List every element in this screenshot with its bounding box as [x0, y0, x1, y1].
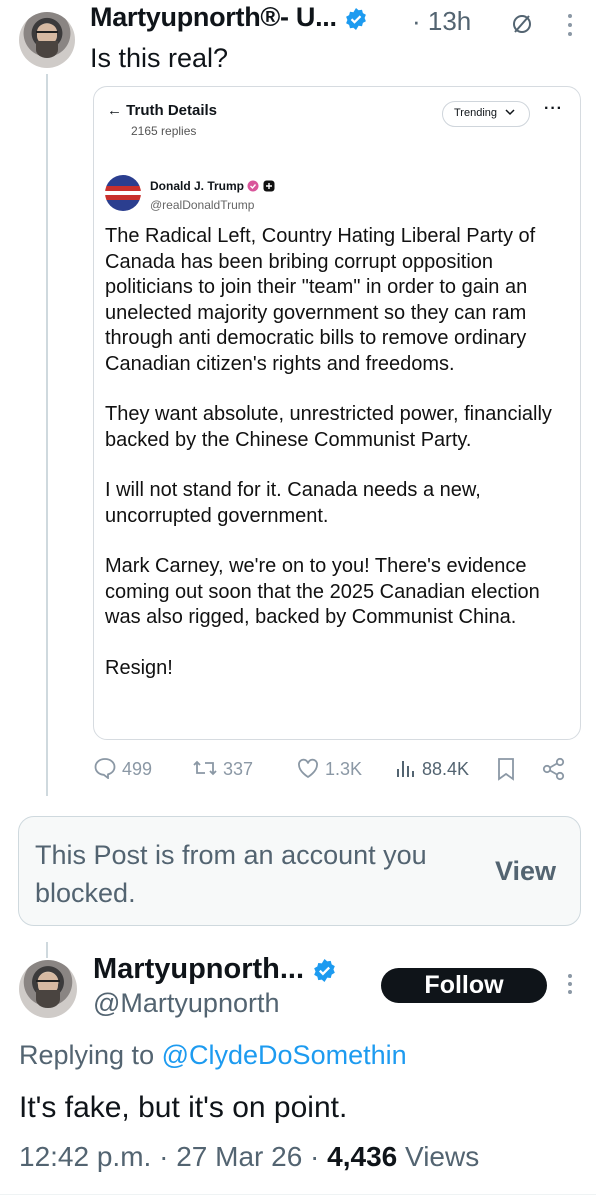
post-time[interactable]: 12:42 p.m.	[19, 1141, 151, 1172]
quoted-author-name: Donald J. Trump	[150, 179, 275, 193]
post-text: It's fake, but it's on point.	[19, 1091, 348, 1124]
replies-count: 2165 replies	[131, 124, 197, 138]
share-icon[interactable]	[541, 757, 567, 786]
reply-button[interactable]: 499	[93, 757, 152, 780]
back-arrow-icon: ←	[107, 102, 122, 119]
views-count: 4,436	[327, 1141, 398, 1172]
quoted-author-handle: @realDonaldTrump	[150, 198, 255, 212]
repost-icon	[193, 760, 217, 776]
post-timestamp[interactable]: · 13h	[412, 6, 471, 37]
replying-to-line: Replying to @ClydeDoSomethin	[19, 1040, 407, 1070]
post-text: Is this real?	[90, 43, 229, 73]
author-avatar[interactable]	[19, 960, 77, 1018]
post-date[interactable]: 27 Mar 26	[176, 1141, 302, 1172]
sort-dropdown: Trending	[442, 101, 530, 127]
more-options-icon[interactable]	[566, 972, 574, 1002]
views-button[interactable]: 88.4K	[395, 757, 469, 780]
quoted-post-body: The Radical Left, Country Hating Liberal…	[105, 224, 575, 706]
quoted-paragraph: Resign!	[105, 656, 173, 679]
quoted-paragraph: I will not stand for it. Canada needs a …	[105, 479, 481, 527]
quoted-author-avatar	[105, 175, 141, 211]
grok-icon[interactable]	[510, 12, 534, 41]
thread-line	[46, 74, 48, 796]
verified-badge-icon	[247, 180, 259, 192]
bookmark-icon[interactable]	[496, 757, 516, 786]
follow-button[interactable]: Follow	[381, 968, 547, 1003]
truth-details-header: ← Truth Details	[107, 102, 218, 119]
post-author-name[interactable]: Martyupnorth®- U...	[90, 2, 368, 33]
chevron-down-icon	[505, 109, 515, 116]
reply-icon	[94, 758, 116, 780]
quoted-paragraph: They want absolute, unrestricted power, …	[105, 403, 552, 451]
more-options-icon[interactable]	[566, 12, 574, 43]
view-blocked-post-button[interactable]: View	[495, 856, 556, 887]
like-button[interactable]: 1.3K	[296, 757, 362, 780]
affiliate-badge-icon	[263, 180, 275, 192]
blocked-notice-text: This Post is from an account you blocked…	[35, 840, 427, 908]
verified-badge-icon	[312, 958, 337, 983]
author-avatar[interactable]	[19, 12, 75, 68]
thread-line	[46, 942, 48, 958]
divider	[0, 1194, 596, 1195]
quoted-paragraph: Mark Carney, we're on to you! There's ev…	[105, 555, 540, 628]
verified-badge-icon	[344, 7, 368, 31]
post-metadata: 12:42 p.m. · 27 Mar 26 · 4,436 Views	[19, 1141, 480, 1172]
views-icon	[397, 761, 414, 777]
more-options-icon: ···	[544, 100, 563, 117]
post-author-handle[interactable]: @Martyupnorth	[93, 988, 279, 1019]
quoted-paragraph: The Radical Left, Country Hating Liberal…	[105, 225, 536, 375]
views-label: Views	[405, 1141, 480, 1172]
heart-icon	[298, 758, 318, 779]
replying-to-mention[interactable]: @ClydeDoSomethin	[162, 1040, 407, 1070]
post-author-name[interactable]: Martyupnorth...	[93, 953, 337, 986]
repost-button[interactable]: 337	[192, 757, 253, 780]
